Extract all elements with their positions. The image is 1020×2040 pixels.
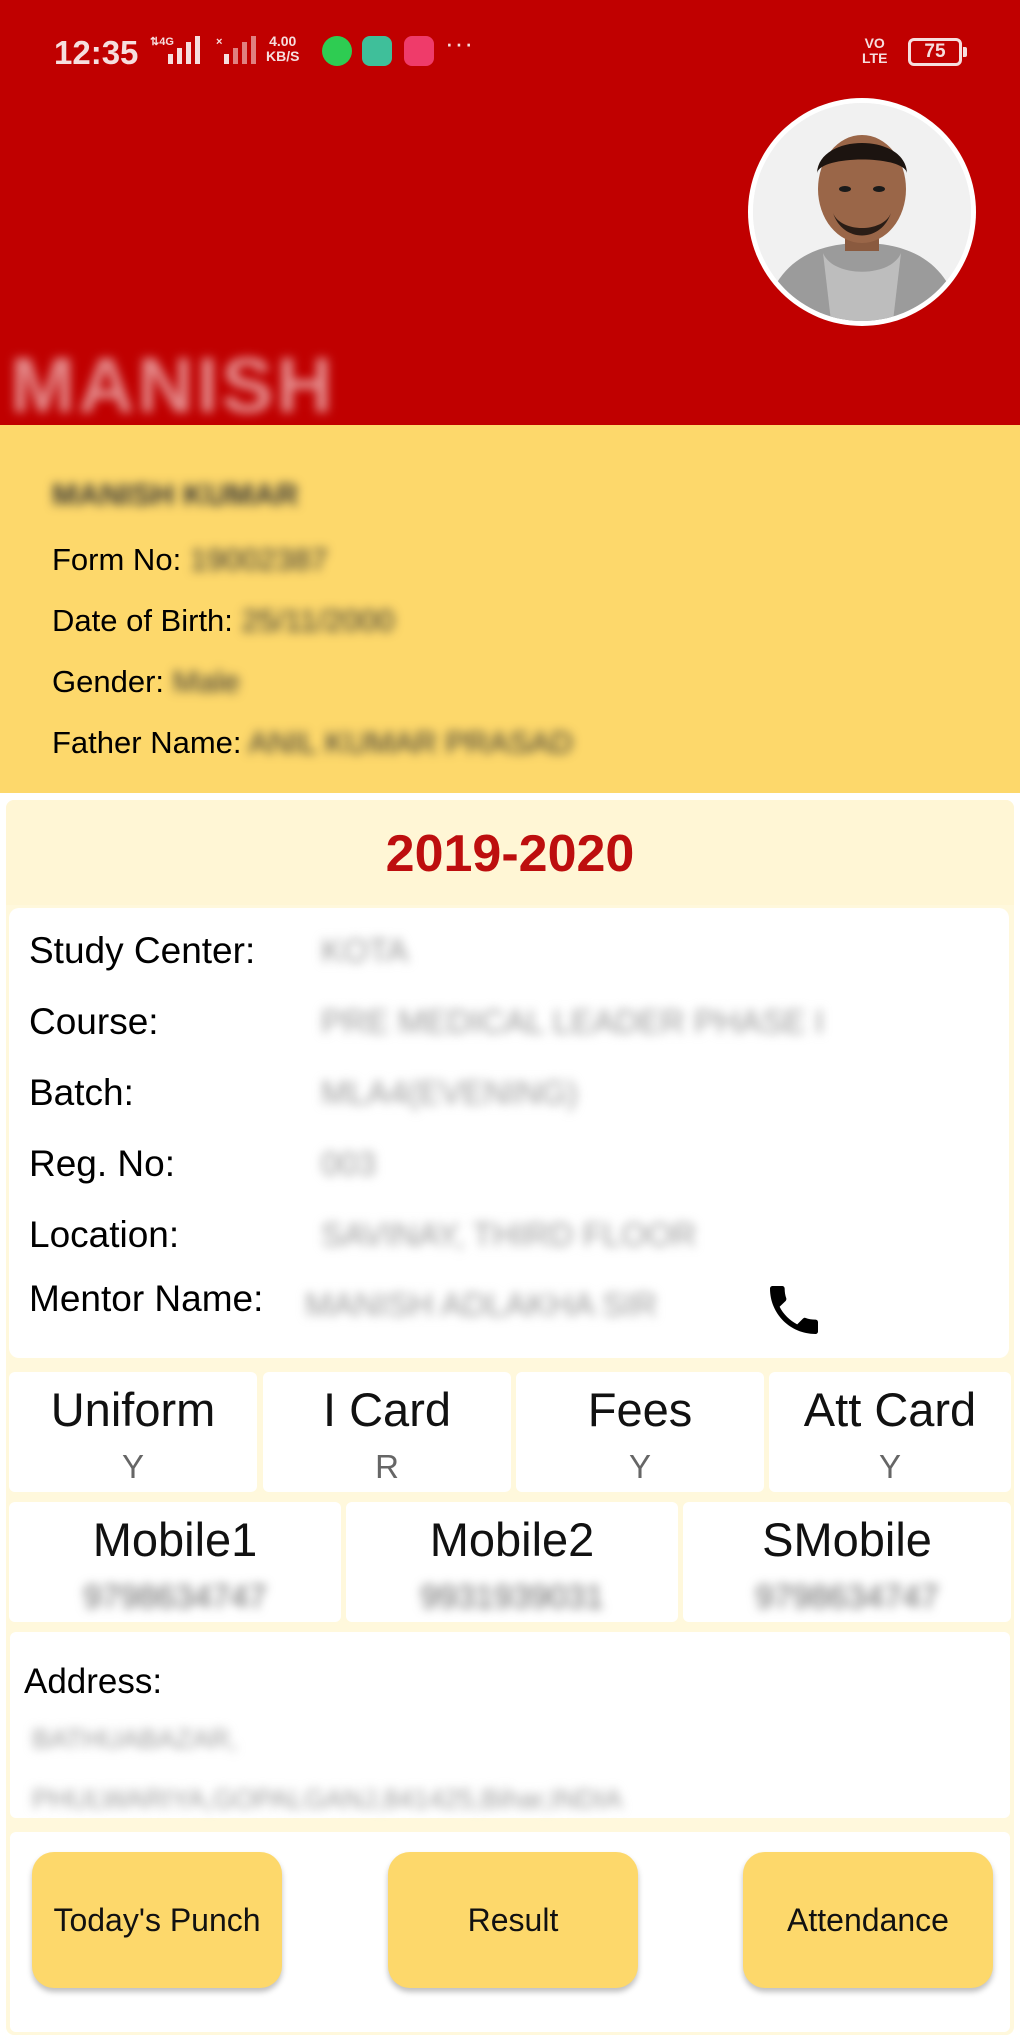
app-icon-pink [404,36,434,66]
dob-value: 25/11/2000 [241,603,395,638]
father-name-label: Father Name: [52,725,242,760]
dob-row: Date of Birth: 25/11/2000 [52,603,394,639]
mentor-name-label: Mentor Name: [29,1278,264,1319]
address-label: Address: [24,1662,163,1701]
location-value: SAVINAY, THIRD FLOOR [321,1216,697,1253]
whatsapp-icon [322,36,352,66]
gender-value: Male [172,664,240,699]
gender-row: Gender: Male [52,664,240,700]
fees-tile: Fees Y [516,1372,764,1492]
more-notifications-icon: ··· [445,28,474,58]
location-label: Location: [29,1214,180,1255]
father-name-value: ANIL KUMAR PRASAD [248,725,573,760]
profile-header: 12:35 ⇅4G × 4.00 KB/S ··· VO LTE 75 MANI… [0,0,1020,425]
session-card: 2019-2020 Study Center: KOTA Course: PRE… [6,800,1014,2035]
uniform-tile: Uniform Y [9,1372,257,1492]
todays-punch-button[interactable]: Today's Punch [32,1852,282,1988]
network-speed: 4.00 KB/S [266,33,300,64]
batch-value: MLA4(EVENING) [321,1074,578,1111]
address-section: Address: BATHUABAZAR, PHULWARIYA,GOPALGA… [10,1632,1010,1818]
svg-text:⇅4G: ⇅4G [150,36,174,48]
batch-label: Batch: [29,1072,134,1113]
icard-tile: I Card R [263,1372,511,1492]
attendance-button[interactable]: Attendance [743,1852,993,1988]
course-value: PRE MEDICAL LEADER PHASE I [321,1003,825,1040]
address-line-2: PHULWARIYA,GOPALGANJ,841425,Bihar,INDIA [32,1784,623,1814]
header-name-banner: MANISH [10,341,336,425]
mobile2-tile[interactable]: Mobile2 9931939031 [346,1502,678,1622]
battery-icon: 75 [908,38,967,66]
volte-icon: VO LTE [862,35,888,66]
session-year: 2019-2020 [385,825,635,883]
student-profile: MANISH KUMAR Form No: 19002387 Date of B… [0,425,1020,793]
signal-weak-icon: × [216,36,256,64]
form-no-row: Form No: 19002387 [52,542,328,578]
smobile-tile[interactable]: SMobile 9798634747 [683,1502,1011,1622]
mentor-name-value: MANISH ADLAKHA SIR [305,1286,658,1323]
mobile1-tile[interactable]: Mobile1 9798634747 [9,1502,341,1622]
course-label: Course: [29,1001,159,1042]
study-center-label: Study Center: [29,930,256,971]
session-year-band: 2019-2020 [6,800,1014,905]
form-no-value: 19002387 [189,542,328,577]
action-bar: Today's Punch Result Attendance [10,1832,1010,2032]
study-center-value: KOTA [321,932,409,969]
status-time: 12:35 [54,34,139,71]
status-bar: 12:35 ⇅4G × 4.00 KB/S ··· VO LTE 75 [0,0,1020,100]
signal-4g-icon: ⇅4G [150,36,200,64]
gender-label: Gender: [52,664,165,699]
form-no-label: Form No: [52,542,182,577]
app-icon-green [362,36,392,66]
reg-no-label: Reg. No: [29,1143,176,1184]
avatar[interactable] [748,98,976,326]
result-button[interactable]: Result [388,1852,638,1988]
dob-label: Date of Birth: [52,603,233,638]
phone-call-icon[interactable] [762,1278,826,1342]
student-name: MANISH KUMAR [52,477,299,512]
course-details: Study Center: KOTA Course: PRE MEDICAL L… [9,908,1009,1358]
att-card-tile: Att Card Y [769,1372,1011,1492]
profile-photo [753,103,971,321]
reg-no-value: 003 [321,1145,377,1182]
father-name-row: Father Name: ANIL KUMAR PRASAD [52,725,573,761]
address-line-1: BATHUABAZAR, [32,1724,238,1754]
svg-text:×: × [216,36,222,48]
